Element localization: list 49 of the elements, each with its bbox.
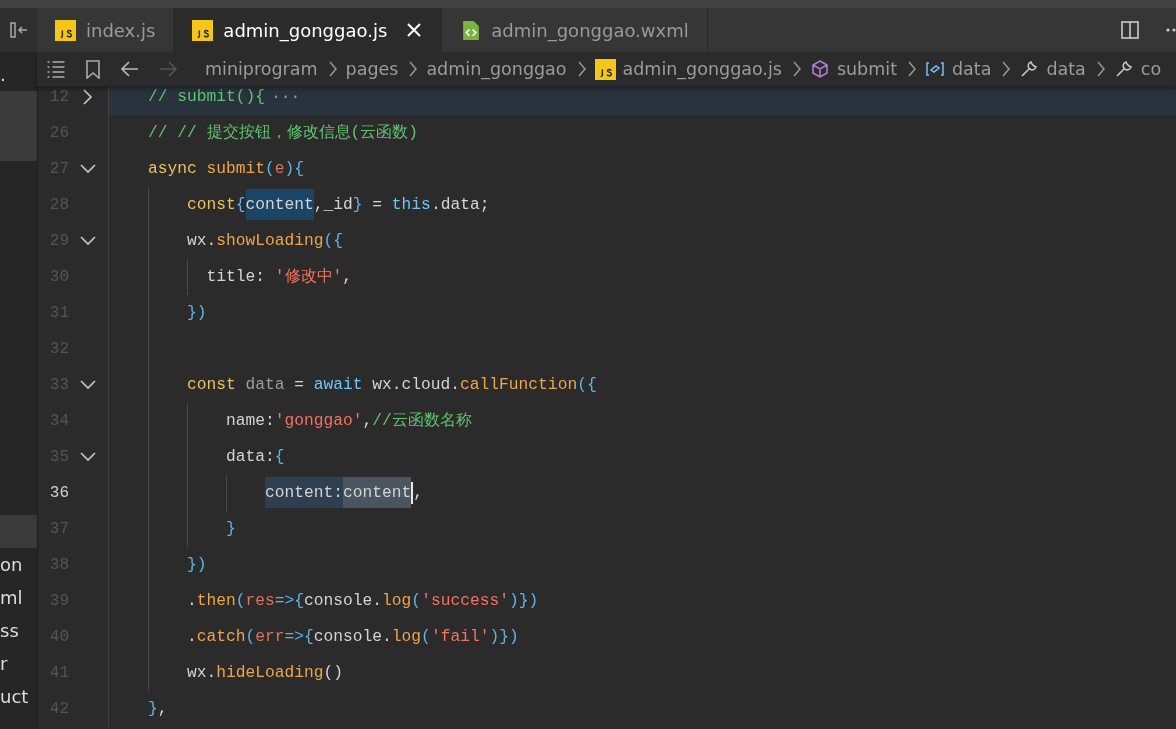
chevron-icon	[406, 59, 419, 79]
code-line: },	[147, 698, 168, 720]
close-icon[interactable]	[405, 21, 424, 39]
code-file-icon	[460, 19, 482, 41]
editor-tab[interactable]: admin_gonggao.js	[174, 8, 443, 52]
explorer-item[interactable]: ss	[0, 614, 37, 647]
js-file-icon	[192, 19, 214, 41]
code-line: wx.showLoading({	[186, 230, 344, 252]
code-line: wx.hideLoading()	[186, 662, 344, 684]
chevron-icon	[999, 59, 1012, 79]
bookmark-icon[interactable]	[83, 59, 103, 79]
breadcrumb-item[interactable]: submit	[836, 55, 897, 83]
explorer-item[interactable]: ml	[0, 581, 37, 614]
code-line: .then(res=>{console.log('success')})	[186, 590, 539, 612]
code-line: })	[186, 554, 207, 576]
split-editor-icon[interactable]	[1120, 20, 1140, 40]
back-arrow-icon[interactable]	[119, 59, 141, 79]
list-icon[interactable]	[45, 59, 67, 79]
code-line: // submit(){ ···	[147, 86, 301, 108]
chevron-icon	[905, 59, 917, 79]
line-number: 36	[48, 483, 69, 504]
code-line: })	[186, 302, 207, 324]
code-line: }	[225, 518, 236, 540]
variable-icon	[925, 59, 945, 79]
breadcrumb-item[interactable]: co	[1140, 55, 1162, 83]
breadcrumb-item[interactable]: pages	[345, 55, 399, 83]
explorer-item[interactable]: on	[0, 548, 37, 581]
code-line: title: '修改中',	[205, 266, 353, 288]
breadcrumb-item[interactable]: admin_gonggao	[426, 55, 567, 83]
breadcrumb-item[interactable]: miniprogram	[205, 55, 318, 83]
code-line: .catch(err=>{console.log('fail')})	[186, 626, 519, 648]
explorer-item[interactable]: r	[0, 647, 37, 680]
code-line: async submit(e){	[147, 158, 305, 180]
sidebar-toggle-icon[interactable]	[7, 20, 30, 40]
breadcrumb-item[interactable]: admin_gonggao.js	[622, 55, 782, 83]
code-line: data:{	[225, 446, 285, 468]
explorer-item[interactable]: .	[0, 58, 37, 91]
breadcrumb-item[interactable]: data	[1046, 55, 1086, 83]
code-line: const{content,_id} = this.data;	[109, 190, 490, 220]
wrench-icon	[1019, 59, 1040, 79]
cube-icon	[809, 59, 830, 79]
code-line: // // 提交按钮，修改信息(云函数)	[147, 122, 419, 144]
code-line: content:content,	[109, 478, 424, 508]
js-file-icon	[594, 58, 616, 80]
explorer-item[interactable]: uct	[0, 680, 37, 713]
code-line: name:'gonggao',//云函数名称	[225, 410, 472, 432]
code-line: const data = await wx.cloud.callFunction({	[186, 374, 597, 396]
js-file-icon	[55, 19, 76, 41]
breadcrumb-item[interactable]: data	[952, 55, 992, 83]
